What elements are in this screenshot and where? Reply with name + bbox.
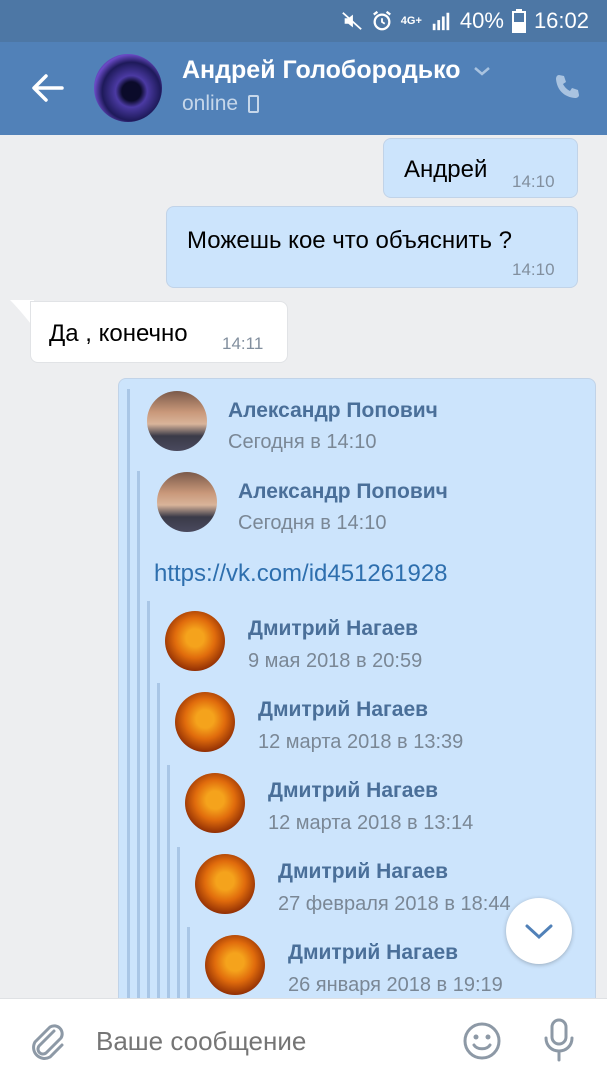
profile-link[interactable]: https://vk.com/id451261928 bbox=[154, 560, 448, 588]
message-outgoing[interactable]: Андрей 14:10 bbox=[383, 138, 578, 198]
attach-icon[interactable] bbox=[28, 1021, 66, 1061]
clock: 16:02 bbox=[533, 8, 589, 33]
avatar[interactable] bbox=[185, 773, 245, 833]
avatar[interactable] bbox=[165, 611, 225, 671]
message-outgoing[interactable]: Можешь кое что объяснить ? 14:10 bbox=[166, 206, 578, 288]
message-composer bbox=[0, 998, 607, 1080]
forward-line bbox=[137, 471, 140, 999]
status-bar: 4G+ 40% 16:02 bbox=[0, 0, 607, 42]
message-date: 12 марта 2018 в 13:14 bbox=[268, 812, 474, 834]
sender-name[interactable]: Дмитрий Нагаев bbox=[258, 698, 428, 722]
status-text: online bbox=[182, 92, 239, 115]
forward-line bbox=[147, 601, 150, 999]
message-text: Можешь кое что объяснить ? bbox=[187, 227, 513, 254]
forward-line bbox=[187, 927, 190, 999]
chevron-down-icon bbox=[525, 924, 553, 940]
avatar[interactable] bbox=[175, 692, 235, 752]
message-date: 27 февраля 2018 в 18:44 bbox=[278, 893, 511, 915]
forward-line bbox=[167, 765, 170, 999]
contact-status: online bbox=[182, 92, 260, 116]
message-date: Сегодня в 14:10 bbox=[238, 512, 387, 534]
message-text: Да , конечно bbox=[49, 320, 188, 347]
signal-icon bbox=[432, 12, 450, 31]
sender-name[interactable]: Александр Попович bbox=[238, 480, 448, 504]
sender-name[interactable]: Дмитрий Нагаев bbox=[278, 860, 448, 884]
microphone-icon[interactable] bbox=[540, 1017, 578, 1063]
message-date: 9 мая 2018 в 20:59 bbox=[248, 650, 423, 672]
scroll-down-button[interactable] bbox=[506, 898, 572, 964]
forward-line bbox=[127, 389, 130, 999]
avatar[interactable] bbox=[195, 854, 255, 914]
mute-icon bbox=[342, 12, 362, 30]
message-date: 12 марта 2018 в 13:39 bbox=[258, 731, 464, 753]
message-incoming[interactable]: Да , конечно 14:11 bbox=[30, 301, 288, 363]
sender-name[interactable]: Дмитрий Нагаев bbox=[288, 941, 458, 965]
avatar[interactable] bbox=[205, 935, 265, 995]
phone-icon[interactable] bbox=[552, 72, 582, 102]
forward-line bbox=[177, 847, 180, 999]
network-type: 4G+ bbox=[400, 15, 422, 27]
battery-icon bbox=[511, 9, 526, 33]
emoji-icon[interactable] bbox=[462, 1021, 502, 1061]
message-date: Сегодня в 14:10 bbox=[228, 431, 377, 453]
sender-name[interactable]: Александр Попович bbox=[228, 399, 438, 423]
sender-name[interactable]: Дмитрий Нагаев bbox=[248, 617, 418, 641]
contact-avatar[interactable] bbox=[94, 54, 162, 122]
back-arrow-icon[interactable] bbox=[28, 70, 68, 106]
message-time: 14:10 bbox=[512, 260, 555, 279]
chat-header: Андрей Голобородько online bbox=[0, 42, 607, 135]
message-time: 14:10 bbox=[512, 172, 555, 191]
sender-name[interactable]: Дмитрий Нагаев bbox=[268, 779, 438, 803]
forward-line bbox=[157, 683, 160, 999]
message-time: 14:11 bbox=[222, 334, 264, 353]
message-input[interactable] bbox=[96, 1023, 436, 1059]
alarm-icon bbox=[372, 10, 391, 31]
message-date: 26 января 2018 в 19:19 bbox=[288, 974, 503, 996]
chevron-down-icon[interactable] bbox=[472, 64, 492, 78]
message-text: Андрей bbox=[404, 156, 488, 183]
contact-name[interactable]: Андрей Голобородько bbox=[182, 56, 461, 85]
mobile-icon bbox=[248, 95, 260, 113]
avatar[interactable] bbox=[147, 391, 207, 451]
avatar[interactable] bbox=[157, 472, 217, 532]
battery-percent: 40% bbox=[459, 8, 504, 33]
